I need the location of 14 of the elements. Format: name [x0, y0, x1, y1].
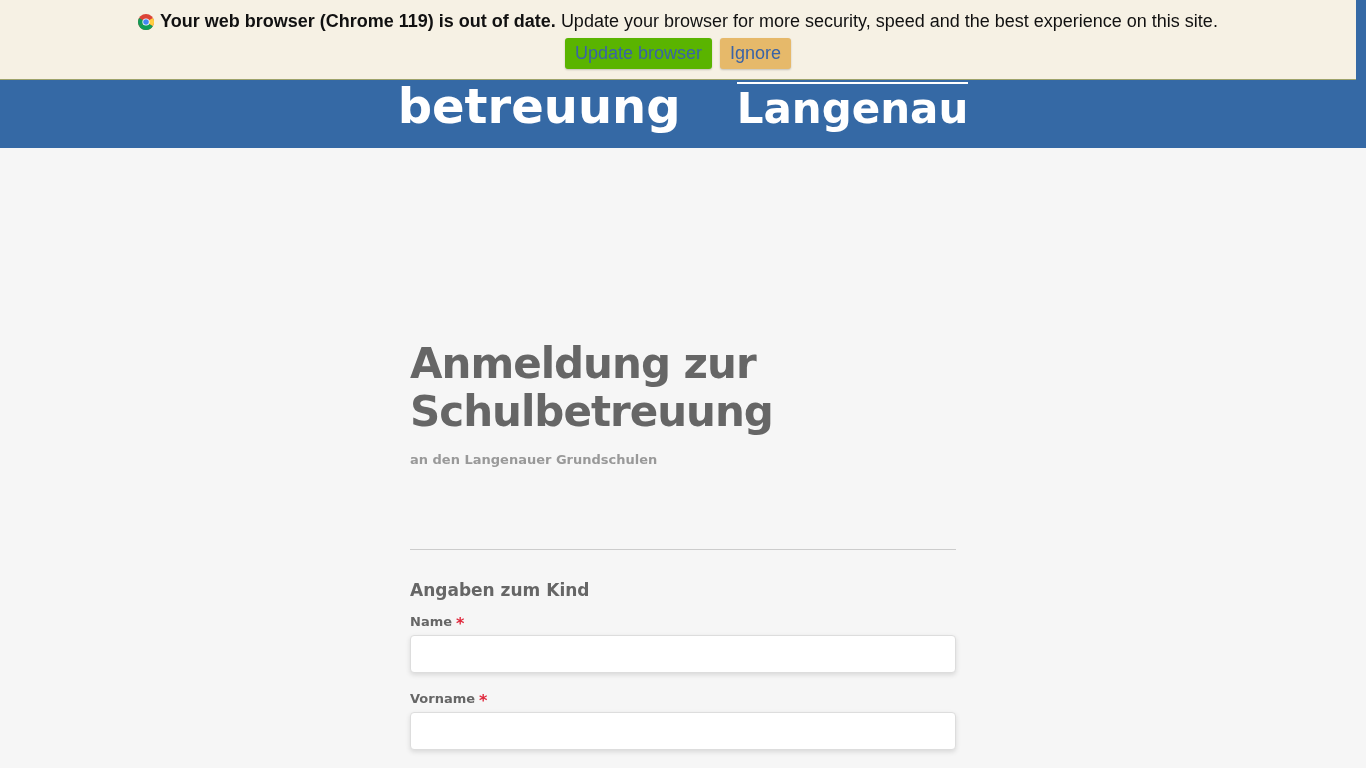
- update-browser-button[interactable]: Update browser: [564, 38, 712, 69]
- section-title: Angaben zum Kind: [410, 580, 591, 600]
- ignore-button[interactable]: Ignore: [720, 38, 792, 69]
- required-mark: *: [479, 691, 488, 710]
- page-subtitle: an den Langenauer Grundschulen: [410, 452, 659, 467]
- city-logo-text: Langenau: [736, 82, 969, 130]
- browser-icon: [138, 13, 155, 30]
- text-input-field[interactable]: [410, 712, 956, 750]
- update-notice-text: Your web browser (Chrome 119) is out of date. Update your browser for more security, speed and the best experience on this site.: [160, 11, 1218, 32]
- required-mark: *: [456, 614, 465, 633]
- field-label: Vorname: [410, 691, 476, 706]
- field-label: Name: [410, 614, 452, 629]
- page-title: Anmeldung zur Schulbetreuung: [410, 340, 774, 436]
- text-input-field[interactable]: [410, 635, 956, 673]
